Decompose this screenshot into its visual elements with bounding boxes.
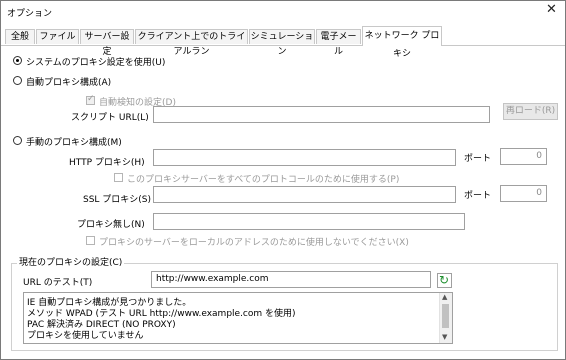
- scroll-up-icon[interactable]: ▲: [442, 293, 447, 301]
- bypass-local-checkbox[interactable]: [86, 236, 95, 245]
- http-proxy-input[interactable]: [153, 149, 456, 166]
- tab-general[interactable]: 全般: [5, 29, 35, 44]
- proxy-result-output[interactable]: IE 自動プロキシ構成が見つかりました。 メソッド WPAD (テスト URL …: [23, 292, 453, 344]
- manual-proxy-radio[interactable]: [13, 136, 22, 145]
- title-bar: オプション ✕: [1, 1, 565, 21]
- scroll-thumb[interactable]: [442, 304, 449, 328]
- current-proxy-group-title: 現在のプロキシの設定(C): [17, 255, 125, 268]
- http-proxy-label: HTTP プロキシ(H): [69, 158, 145, 168]
- options-window: オプション ✕ 全般 ファイル サーバー設定 クライアント上でのトライアルラン …: [0, 0, 566, 360]
- http-port-label: ポート: [464, 154, 492, 164]
- manual-proxy-label: 手動のプロキシ構成(M): [26, 138, 122, 148]
- tab-file[interactable]: ファイル: [36, 29, 79, 44]
- tab-client-trial-run[interactable]: クライアント上でのトライアルラン: [135, 29, 248, 57]
- no-proxy-label: プロキシ無し(N): [77, 220, 145, 230]
- tab-network-proxy[interactable]: ネットワーク プロキシ: [362, 26, 442, 59]
- tab-strip: 全般 ファイル サーバー設定 クライアント上でのトライアルラン シミュレーション…: [1, 25, 565, 59]
- auto-proxy-label: 自動プロキシ構成(A): [26, 78, 112, 88]
- auto-proxy-radio[interactable]: [13, 76, 22, 85]
- ssl-port-input[interactable]: 0: [500, 185, 547, 202]
- close-icon[interactable]: ✕: [546, 3, 557, 17]
- system-proxy-radio[interactable]: [13, 56, 22, 65]
- output-scrollbar[interactable]: ▲ ▼: [439, 293, 452, 343]
- url-test-label: URL のテスト(T): [23, 278, 93, 288]
- script-url-label: スクリプト URL(L): [71, 113, 149, 123]
- refresh-icon: ↻: [439, 273, 450, 287]
- ssl-port-label: ポート: [464, 191, 492, 201]
- http-port-input[interactable]: 0: [500, 148, 547, 165]
- scroll-down-icon[interactable]: ▼: [442, 333, 447, 341]
- auto-detect-checkbox[interactable]: [86, 94, 95, 105]
- ssl-proxy-input[interactable]: [153, 186, 456, 203]
- tab-email[interactable]: 電子メール: [316, 29, 361, 57]
- tab-server-settings[interactable]: サーバー設定: [80, 29, 134, 57]
- ssl-proxy-label: SSL プロキシ(S): [83, 195, 152, 205]
- system-proxy-label: システムのプロキシ設定を使用(U): [26, 58, 166, 68]
- no-proxy-input[interactable]: [153, 213, 465, 230]
- url-test-input[interactable]: http://www.example.com: [151, 271, 431, 288]
- tab-simulation[interactable]: シミュレーション: [249, 29, 315, 57]
- window-title: オプション: [7, 9, 53, 19]
- reload-button[interactable]: 再ロード(R): [503, 103, 558, 120]
- refresh-button[interactable]: ↻: [437, 273, 452, 288]
- use-all-protocols-label: このプロキシサーバーをすべてのプロトコールのために使用する(P): [127, 175, 400, 185]
- script-url-input[interactable]: [153, 106, 490, 123]
- bypass-local-label: プロキシのサーバーをローカルのアドレスのために使用しないでください(X): [99, 238, 409, 248]
- use-all-protocols-checkbox[interactable]: [114, 173, 123, 182]
- output-line: プロキシを使用していません: [27, 331, 144, 341]
